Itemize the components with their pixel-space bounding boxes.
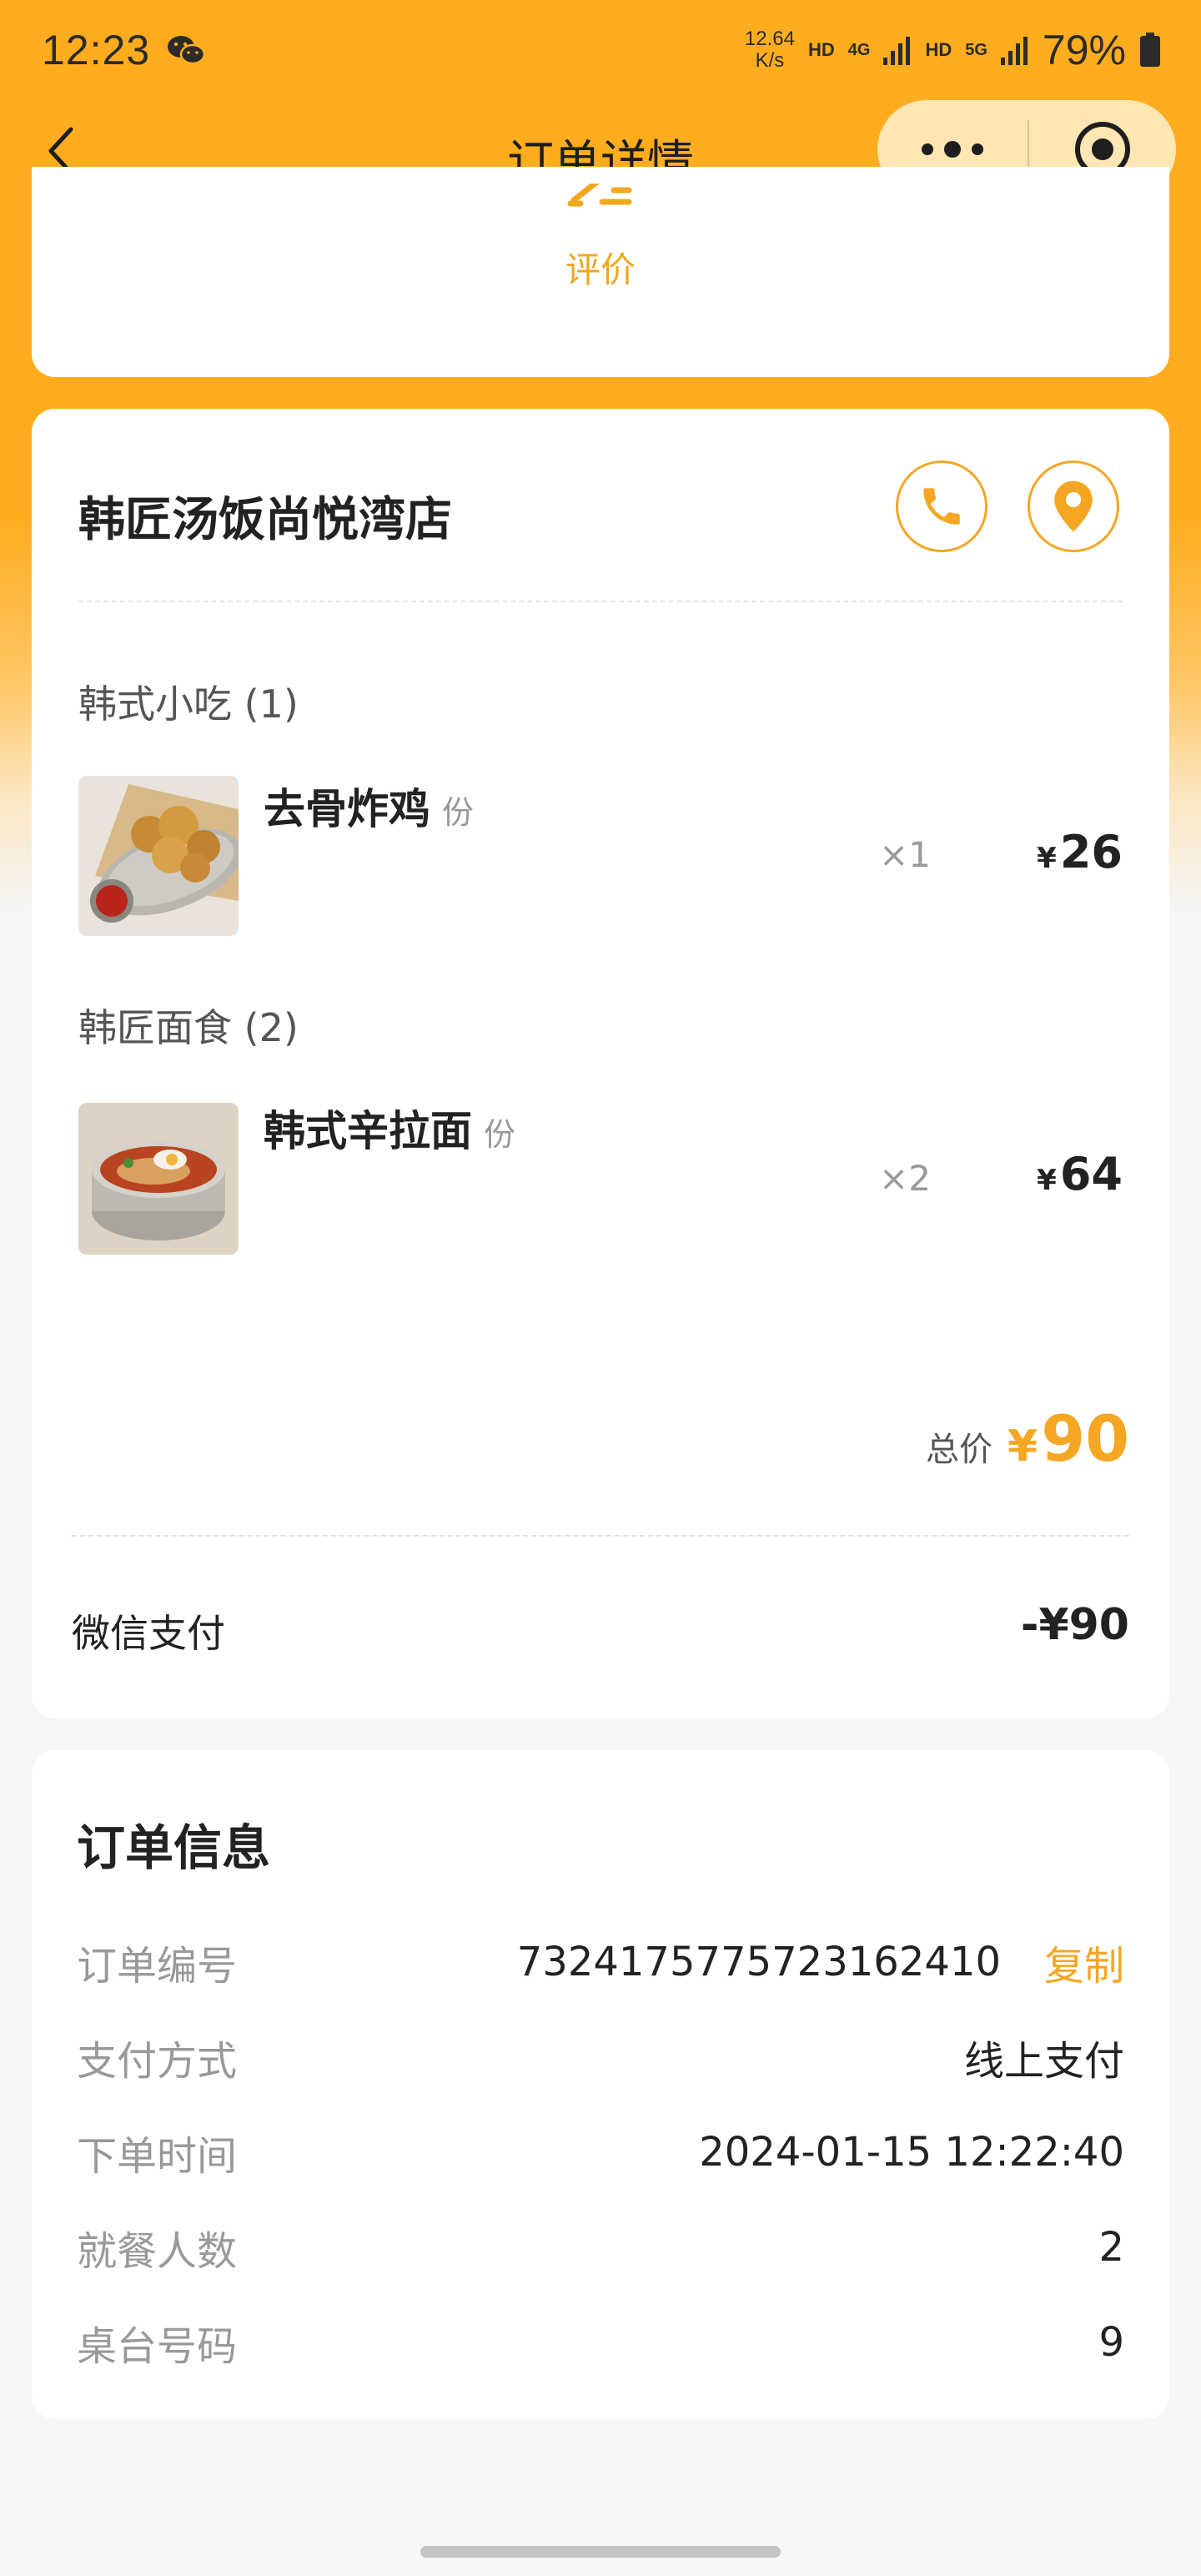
order-card: 韩匠汤饭尚悦湾店 韩式小吃 (1) 去骨炸鸡份 ×1 ¥26 韩匠面食 (2) … [32,409,1169,1718]
network-speed: 12.64 K/s [744,28,795,72]
info-key: 桌台号码 [77,2323,238,2370]
dish-price: ¥64 [1037,1148,1123,1200]
call-store-button[interactable] [896,460,987,552]
edit-pen-icon [567,184,632,207]
signal-icon-2 [1000,37,1028,65]
order-number: 7324175775723162410 [516,1939,1001,1985]
order-info-card: 订单信息 订单编号 7324175775723162410 复制 支付方式 线上… [32,1750,1169,2419]
total-value: ¥90 [1008,1401,1129,1476]
phone-icon [923,488,960,525]
order-info-title: 订单信息 [77,1819,271,1876]
total-label: 总价 [926,1431,993,1469]
hd-badge-2: HD [925,39,952,60]
dish-unit: 份 [484,1116,516,1153]
copy-button[interactable]: 复制 [1044,1933,1124,1991]
home-indicator[interactable] [420,2546,781,2558]
dish-image-ramen [78,1103,239,1255]
info-row-payment-method: 支付方式 线上支付 [77,2024,1124,2090]
divider [78,601,1123,602]
info-value: 线上支付 [963,2038,1124,2085]
payment-method: 微信支付 [72,1611,225,1656]
dish-name: 韩式辛拉面份 [264,1107,516,1155]
dish-price: ¥26 [1037,826,1123,878]
info-row-table-number: 桌台号码 9 [77,2309,1124,2376]
signal-icon [883,37,911,65]
info-row-diners: 就餐人数 2 [77,2214,1124,2281]
info-key: 订单编号 [77,1943,238,1990]
payment-amount: -¥90 [1020,1600,1129,1650]
battery-percent: 79% [1042,27,1126,73]
network-4g-label: 4G [847,41,871,59]
status-time: 12:23 [42,27,151,73]
battery-icon [1140,33,1160,67]
category-label: 韩式小吃 (1) [78,682,299,727]
wechat-icon [168,36,206,65]
info-value: 9 [1098,2319,1124,2366]
info-key: 就餐人数 [77,2228,238,2275]
network-5g-label: 5G [965,41,987,59]
info-row-order-number: 订单编号 7324175775723162410 复制 [77,1929,1124,1995]
dish-unit: 份 [442,794,475,831]
category-label: 韩匠面食 (2) [78,1005,299,1050]
info-row-order-time: 下单时间 2024-01-15 12:22:40 [77,2119,1124,2186]
order-total: 总价 ¥90 [926,1401,1129,1476]
status-bar: 12:23 12.64 K/s HD 4G HD 5G 79% [0,0,1201,100]
review-label: 评价 [565,249,636,290]
dish-quantity: ×2 [879,1158,931,1199]
store-name: 韩匠汤饭尚悦湾店 [78,493,452,547]
info-key: 支付方式 [77,2038,238,2085]
store-location-button[interactable] [1028,460,1119,552]
review-button[interactable]: 评价 [32,184,1169,293]
dish-name: 去骨炸鸡份 [264,785,475,833]
divider [72,1535,1129,1537]
location-pin-icon [1054,480,1093,532]
info-value: 2024-01-15 12:22:40 [699,2129,1124,2176]
review-card: 评价 [32,167,1169,377]
more-dots-icon [922,141,983,158]
info-key: 下单时间 [77,2133,238,2180]
dish-quantity: ×1 [879,834,931,875]
info-value: 2 [1098,2224,1124,2271]
dish-image-fried-chicken [78,776,239,936]
hd-badge: HD [807,39,835,60]
